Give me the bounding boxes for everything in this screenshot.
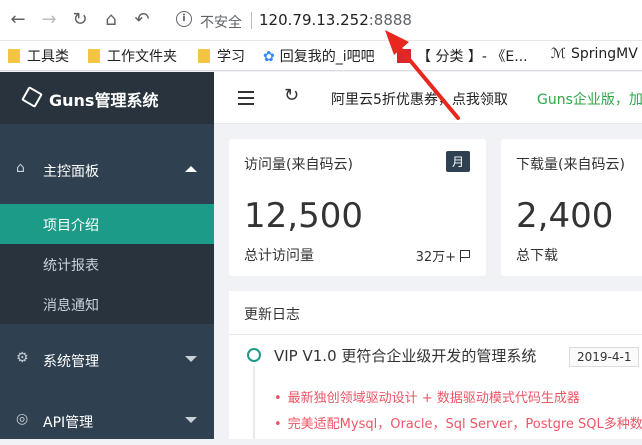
changelog-title: 更新日志 bbox=[244, 307, 300, 323]
changelog-panel: 更新日志 VIP V1.0 更符合企业级开发的管理系统 2019-4-1 最新独… bbox=[229, 291, 642, 439]
caret-down-icon bbox=[185, 356, 197, 362]
version-title: VIP V1.0 更符合企业级开发的管理系统 bbox=[274, 347, 537, 365]
browser-toolbar: ← → ↻ ⌂ ↶ i 不安全 120.79.13.252:8888 bbox=[0, 0, 642, 41]
spring-icon: ℳ bbox=[551, 46, 566, 62]
bookmark-tools[interactable]: 工具类 bbox=[8, 46, 69, 66]
url-text[interactable]: 120.79.13.252:8888 bbox=[259, 11, 412, 29]
menu-label: 消息通知 bbox=[43, 298, 99, 314]
visits-stat: 32万+ bbox=[416, 246, 470, 265]
app-topbar: ↻ 阿里云5折优惠券，点我领取 Guns企业版，加 bbox=[214, 72, 642, 124]
gear-icon: ⚙ bbox=[16, 350, 29, 366]
insecure-label: 不安全 bbox=[200, 15, 242, 31]
main-content: 访问量(来自码云) 月 12,500 总计访问量 32万+ 下载量(来自码云) … bbox=[214, 125, 642, 439]
sidebar-item-intro[interactable]: 项目介绍 bbox=[0, 204, 214, 244]
menu-label: 统计报表 bbox=[43, 258, 99, 274]
changelog-header: 更新日志 bbox=[229, 291, 642, 335]
menu-api[interactable]: ◎ API管理 bbox=[0, 395, 214, 445]
bookmark-category[interactable]: 【 分类 】- 《E... bbox=[397, 46, 528, 66]
menu-label: API管理 bbox=[43, 415, 94, 431]
divider bbox=[251, 12, 252, 29]
card-title: 访问量(来自码云) bbox=[244, 157, 353, 173]
folder-icon bbox=[88, 49, 100, 63]
folder-icon bbox=[198, 49, 210, 63]
downloads-card: 下载量(来自码云) 2,400 总下载 bbox=[501, 139, 642, 276]
csdn-icon bbox=[397, 49, 411, 63]
app-logo[interactable]: Guns管理系统 bbox=[0, 72, 214, 124]
sidebar-item-notifications[interactable]: 消息通知 bbox=[0, 284, 214, 324]
visits-card: 访问量(来自码云) 月 12,500 总计访问量 32万+ bbox=[229, 139, 486, 276]
api-icon: ◎ bbox=[16, 411, 29, 427]
bookmark-label: 学习 bbox=[217, 49, 245, 65]
bookmark-label: 【 分类 】- 《E... bbox=[417, 49, 528, 65]
address-bar[interactable]: i 不安全 120.79.13.252:8888 bbox=[166, 6, 642, 35]
bookmark-work[interactable]: 工作文件夹 bbox=[88, 46, 177, 66]
enterprise-link[interactable]: Guns企业版，加 bbox=[537, 89, 642, 109]
menu-label: 项目介绍 bbox=[43, 218, 99, 234]
bookmark-tieba[interactable]: ✿ 回复我的_i吧吧 bbox=[263, 46, 375, 66]
url-port: :8888 bbox=[368, 11, 412, 29]
caret-down-icon bbox=[185, 417, 197, 423]
bookmarks-bar: 工具类 工作文件夹 学习 ✿ 回复我的_i吧吧 【 分类 】- 《E... ℳ Sp… bbox=[0, 41, 642, 71]
changelog-item: 最新独创领域驱动设计 + 数据驱动模式代码生成器 bbox=[274, 387, 580, 406]
bookmark-label: SpringMV bbox=[570, 46, 638, 62]
timeline-line bbox=[253, 366, 255, 439]
card-title: 下载量(来自码云) bbox=[516, 157, 625, 173]
info-icon[interactable]: i bbox=[176, 11, 192, 27]
timeline-dot-icon bbox=[247, 348, 261, 362]
stat-value: 32万+ bbox=[415, 250, 456, 265]
sidebar-item-reports[interactable]: 统计报表 bbox=[0, 244, 214, 284]
bookmark-label: 回复我的_i吧吧 bbox=[279, 49, 375, 65]
menu-system[interactable]: ⚙ 系统管理 bbox=[0, 334, 214, 384]
version-date: 2019-4-1 bbox=[569, 347, 640, 367]
menu-label: 系统管理 bbox=[43, 354, 99, 370]
flag-icon bbox=[460, 250, 470, 262]
menu-dashboard[interactable]: ⌂ 主控面板 bbox=[0, 144, 214, 194]
back-icon[interactable]: ← bbox=[8, 10, 28, 30]
home-icon[interactable]: ⌂ bbox=[101, 10, 121, 30]
bookmark-label: 工作文件夹 bbox=[107, 49, 177, 65]
downloads-value: 2,400 bbox=[516, 196, 614, 236]
card-footer: 总下载 bbox=[516, 248, 558, 264]
changelog-item: 完美适配Mysql，Oracle，Sql Server，Postgre SQL多… bbox=[274, 413, 642, 432]
reload-icon[interactable]: ↻ bbox=[70, 10, 90, 30]
card-footer: 总计访问量 bbox=[244, 248, 314, 264]
promo-link[interactable]: 阿里云5折优惠券，点我领取 bbox=[331, 89, 508, 109]
folder-icon bbox=[8, 49, 20, 63]
sidebar: Guns管理系统 ⌂ 主控面板 项目介绍 统计报表 消息通知 ⚙ 系统管理 ◎ … bbox=[0, 72, 214, 439]
bookmark-label: 工具类 bbox=[27, 49, 69, 65]
caret-up-icon bbox=[185, 166, 197, 172]
forward-icon[interactable]: → bbox=[39, 10, 59, 30]
visits-value: 12,500 bbox=[244, 196, 363, 236]
home-icon: ⌂ bbox=[16, 160, 25, 176]
undo-icon[interactable]: ↶ bbox=[132, 10, 152, 30]
menu-label: 主控面板 bbox=[43, 164, 99, 180]
url-host: 120.79.13.252 bbox=[259, 11, 369, 29]
paw-icon: ✿ bbox=[263, 49, 275, 65]
period-badge: 月 bbox=[445, 151, 470, 172]
app-title: Guns管理系统 bbox=[49, 91, 159, 110]
cube-icon bbox=[21, 86, 43, 108]
menu-toggle-icon[interactable] bbox=[238, 91, 254, 105]
bookmark-study[interactable]: 学习 bbox=[198, 46, 245, 66]
bookmark-springmvc[interactable]: ℳ SpringMV bbox=[551, 46, 638, 66]
refresh-icon[interactable]: ↻ bbox=[284, 85, 299, 106]
